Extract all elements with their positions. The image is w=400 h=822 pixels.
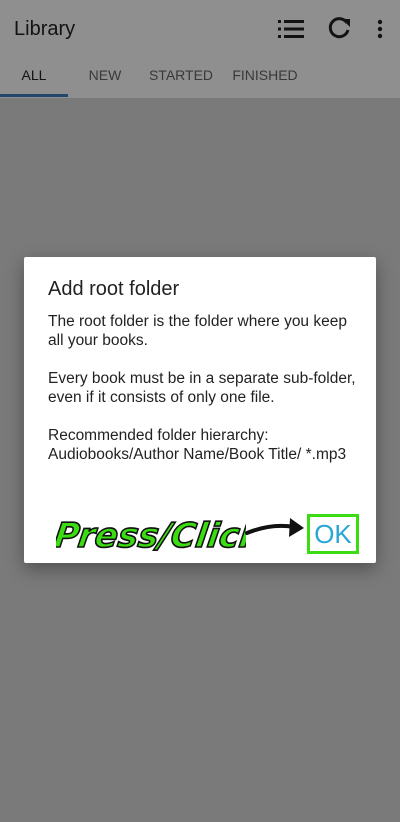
tab-all[interactable]: ALL	[0, 58, 68, 96]
list-icon	[278, 20, 304, 38]
page-title: Library	[14, 18, 76, 40]
tab-indicator	[0, 94, 68, 97]
arrow-right-icon	[245, 518, 304, 537]
tab-new[interactable]: NEW	[72, 58, 138, 96]
refresh-button[interactable]	[323, 13, 355, 45]
tab-started[interactable]: STARTED	[142, 58, 220, 96]
more-options-button[interactable]	[364, 13, 396, 45]
dialog-message: The root folder is the folder where you …	[48, 312, 358, 483]
ok-button[interactable]: OK	[307, 514, 359, 554]
refresh-icon	[328, 17, 350, 39]
list-view-button[interactable]	[275, 13, 307, 45]
tab-label: ALL	[21, 67, 47, 83]
dialog-paragraph: Recommended folder hierarchy: Audiobooks…	[48, 427, 347, 463]
annotation-text: Press/Click	[56, 516, 246, 556]
tab-finished[interactable]: FINISHED	[224, 58, 306, 96]
tab-bar: ALL NEW STARTED FINISHED	[0, 58, 400, 99]
tab-label: FINISHED	[232, 67, 298, 83]
dialog-paragraph: Every book must be in a separate sub-fol…	[48, 370, 356, 406]
press-click-annotation: Press/Click	[56, 515, 246, 556]
more-vert-icon	[377, 19, 383, 39]
dialog-paragraph: The root folder is the folder where you …	[48, 313, 347, 349]
tab-label: NEW	[88, 67, 122, 83]
app-bar: Library	[0, 0, 400, 58]
dialog-title: Add root folder	[48, 278, 180, 300]
add-root-folder-dialog: Add root folder The root folder is the f…	[24, 257, 376, 563]
tab-label: STARTED	[148, 67, 214, 83]
